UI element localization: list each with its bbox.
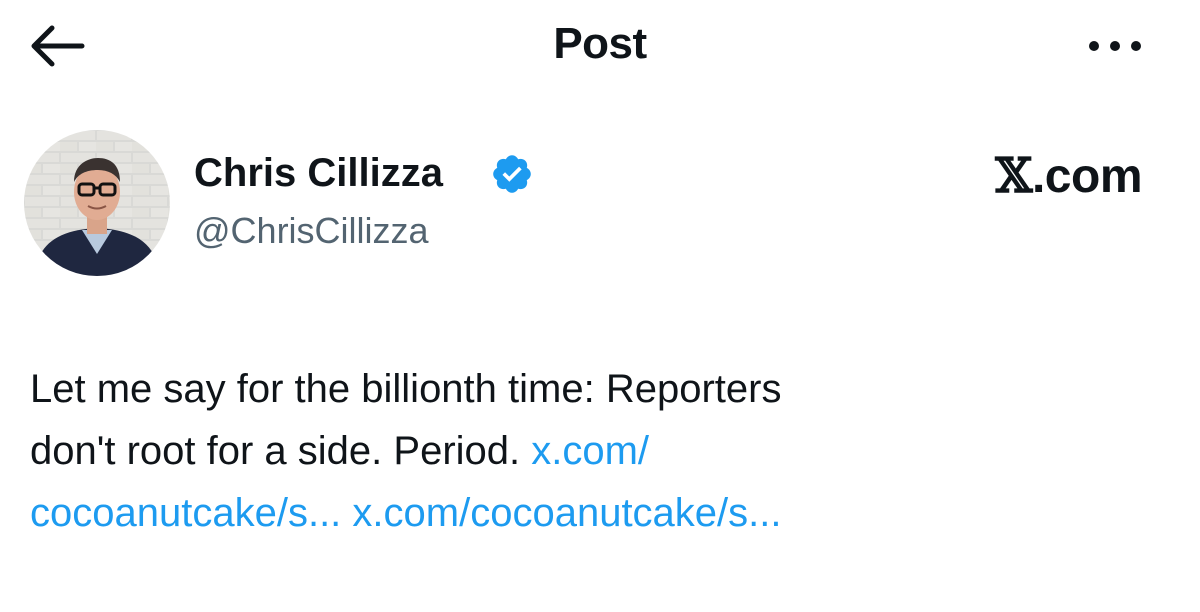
post-header: Post xyxy=(0,0,1200,96)
post-text-line-3: cocoanutcake/s... x.com/cocoanutcake/s..… xyxy=(30,482,1160,544)
post-body: Let me say for the billionth time: Repor… xyxy=(30,358,1160,544)
more-horizontal-icon xyxy=(1089,41,1141,51)
page-title: Post xyxy=(553,19,647,68)
author-display-name[interactable]: Chris Cillizza xyxy=(194,150,443,196)
post-text-line-1: Let me say for the billionth time: Repor… xyxy=(30,367,782,411)
x-com-watermark: 𝕏.com xyxy=(995,148,1142,205)
post-text-line-2: don't root for a side. Period. x.com/ xyxy=(30,420,1160,482)
post-link-2[interactable]: x.com/cocoanutcake/s... xyxy=(352,491,781,535)
more-options-button[interactable] xyxy=(1080,26,1150,66)
avatar[interactable] xyxy=(24,130,170,276)
verified-badge-icon xyxy=(490,152,534,196)
author-handle[interactable]: @ChrisCillizza xyxy=(194,210,429,252)
post-link-1[interactable]: x.com/ xyxy=(531,429,649,473)
x-logo-letter: 𝕏 xyxy=(995,148,1032,204)
post-text-segment: don't root for a side. Period. xyxy=(30,429,532,473)
post-link-1-continued[interactable]: cocoanutcake/s... xyxy=(30,491,341,535)
x-com-suffix: .com xyxy=(1031,150,1143,203)
post-author: Chris Cillizza @ChrisCillizza 𝕏.com xyxy=(0,120,1200,280)
